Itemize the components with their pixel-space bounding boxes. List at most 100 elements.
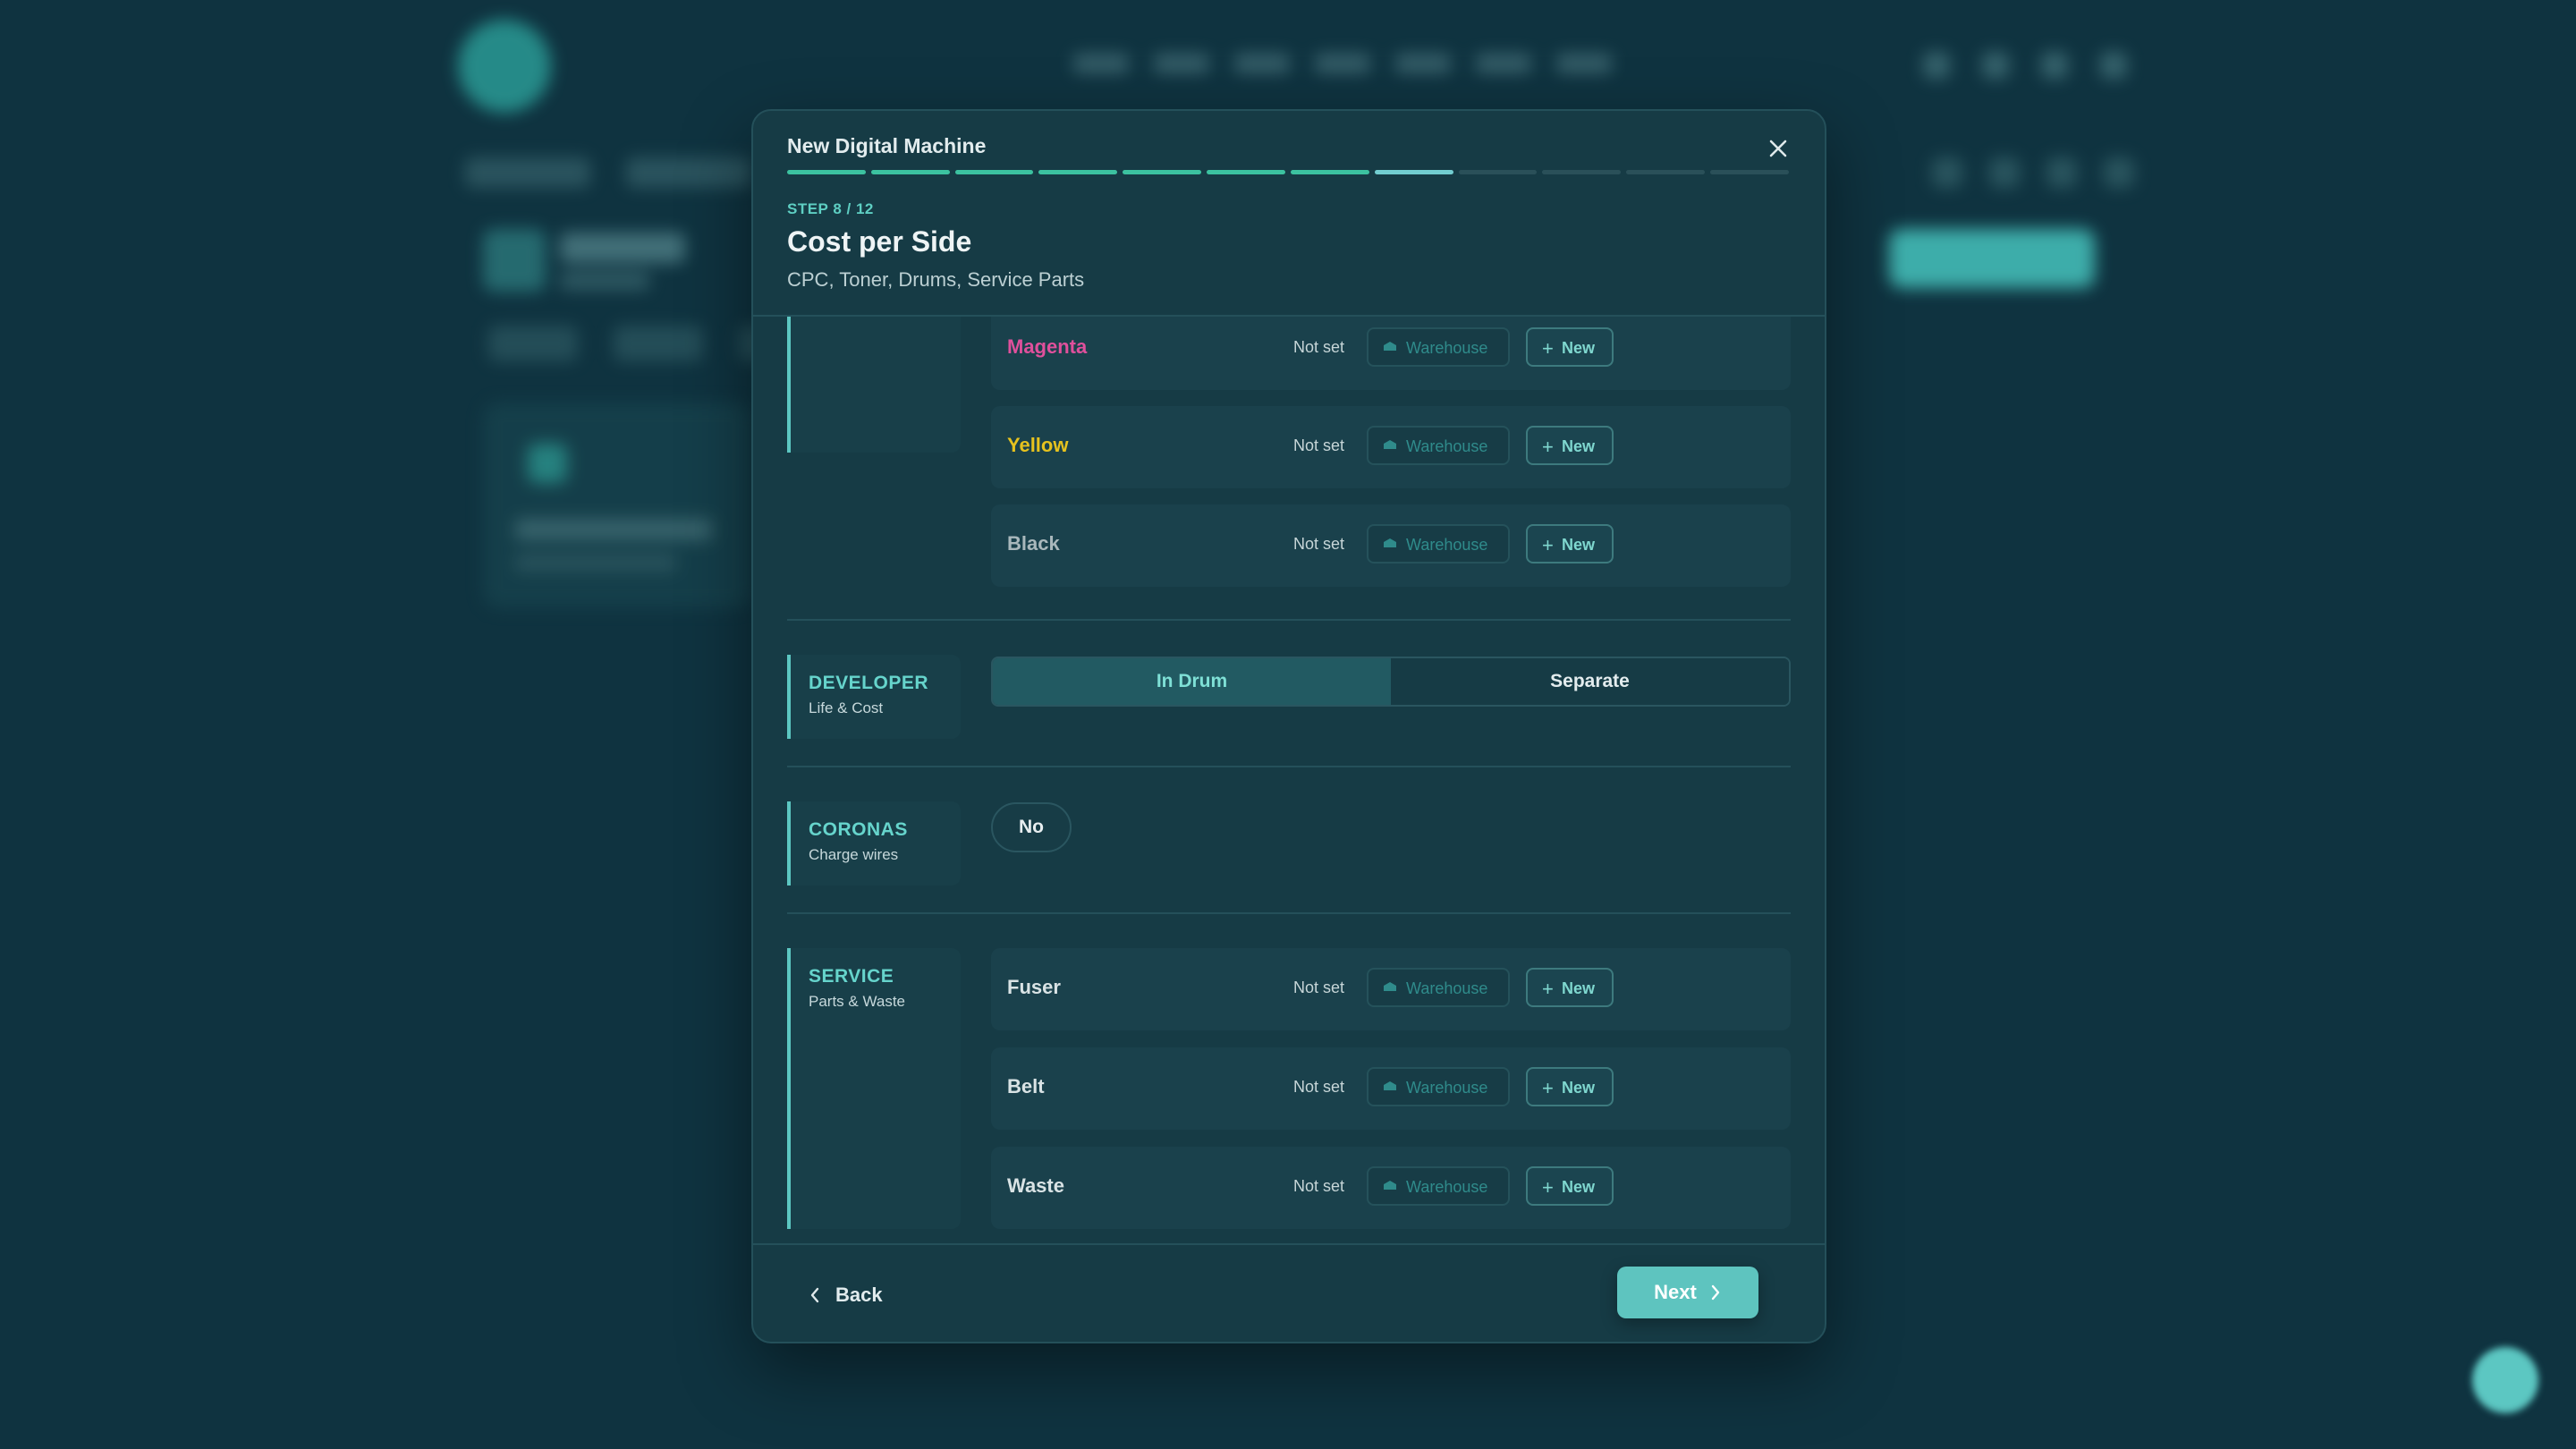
plus-icon: + (1542, 534, 1554, 556)
service-row-belt: Belt Not set Warehouse + New (991, 1047, 1791, 1130)
back-button-label: Back (835, 1284, 883, 1306)
warehouse-icon (1384, 538, 1396, 547)
part-status: Not set (1293, 535, 1345, 553)
developer-toggle: In Drum Separate (991, 657, 1791, 707)
toner-row-magenta: Magenta Not set Warehouse + New (991, 317, 1791, 390)
part-status: Not set (1293, 1078, 1345, 1096)
part-label: Black (1007, 532, 1060, 555)
new-button-label: New (1562, 339, 1596, 357)
step-progress-bar (787, 170, 1789, 174)
progress-segment (1710, 170, 1789, 174)
new-part-button[interactable]: + New (1526, 1067, 1614, 1106)
new-part-button[interactable]: + New (1526, 327, 1614, 367)
next-button[interactable]: Next (1617, 1267, 1758, 1318)
section-name: SERVICE (809, 966, 894, 987)
coronas-section-tag: CORONAS Charge wires (787, 801, 961, 886)
step-subtitle: CPC, Toner, Drums, Service Parts (787, 268, 1085, 291)
new-part-button[interactable]: + New (1526, 968, 1614, 1007)
part-label: Magenta (1007, 335, 1088, 358)
service-section-tag: SERVICE Parts & Waste (787, 948, 961, 1229)
plus-icon: + (1542, 978, 1554, 1000)
warehouse-icon (1384, 982, 1396, 991)
warehouse-button[interactable]: Warehouse (1367, 524, 1510, 564)
warehouse-button[interactable]: Warehouse (1367, 968, 1510, 1007)
new-machine-modal: New Digital Machine STEP 8 / 12 Cost per… (751, 109, 1826, 1343)
background-page-title (560, 233, 685, 263)
warehouse-icon (1384, 1081, 1396, 1090)
modal-body-scroll[interactable]: Magenta Not set Warehouse + New Yellow N… (753, 317, 1825, 1243)
new-part-button[interactable]: + New (1526, 1166, 1614, 1206)
plus-icon: + (1542, 436, 1554, 458)
plus-icon: + (1542, 337, 1554, 360)
background-primary-button (1889, 229, 2095, 288)
chevron-left-icon (810, 1287, 819, 1303)
background-machine-card (483, 402, 751, 608)
new-button-label: New (1562, 437, 1596, 455)
back-button[interactable]: Back (809, 1277, 883, 1313)
section-description: Life & Cost (809, 699, 884, 716)
progress-segment (1207, 170, 1285, 174)
background-page-icon (483, 229, 546, 292)
service-row-waste: Waste Not set Warehouse + New (991, 1147, 1791, 1229)
coronas-toggle[interactable]: No (991, 802, 1072, 852)
background-header-icons (1923, 52, 2127, 79)
warehouse-icon (1384, 342, 1396, 351)
modal-title: New Digital Machine (787, 134, 987, 157)
progress-segment (1290, 170, 1369, 174)
part-status: Not set (1293, 979, 1345, 996)
part-label: Yellow (1007, 434, 1069, 456)
plus-icon: + (1542, 1176, 1554, 1199)
section-name: CORONAS (809, 819, 908, 840)
progress-segment (870, 170, 950, 174)
progress-segment (1123, 170, 1202, 174)
step-title: Cost per Side (787, 225, 972, 258)
part-status: Not set (1293, 338, 1345, 356)
warehouse-button-label: Warehouse (1406, 1079, 1488, 1097)
new-part-button[interactable]: + New (1526, 524, 1614, 564)
progress-segment (1374, 170, 1453, 174)
part-status: Not set (1293, 436, 1345, 454)
background-subnav (465, 157, 751, 188)
section-divider (787, 766, 1791, 767)
background-floating-action-button (2472, 1347, 2538, 1413)
warehouse-icon (1384, 1181, 1396, 1190)
progress-segment (787, 170, 866, 174)
warehouse-button-label: Warehouse (1406, 536, 1488, 554)
developer-section-tag: DEVELOPER Life & Cost (787, 655, 961, 739)
progress-segment (954, 170, 1034, 174)
warehouse-button-label: Warehouse (1406, 979, 1488, 997)
warehouse-button[interactable]: Warehouse (1367, 327, 1510, 367)
close-button[interactable] (1760, 131, 1796, 166)
warehouse-button[interactable]: Warehouse (1367, 1067, 1510, 1106)
toner-section-tag (787, 317, 961, 453)
progress-segment (1458, 170, 1538, 174)
new-part-button[interactable]: + New (1526, 426, 1614, 465)
background-page-subtitle (560, 272, 649, 290)
progress-segment (1542, 170, 1622, 174)
toner-row-yellow: Yellow Not set Warehouse + New (991, 406, 1791, 488)
part-label: Waste (1007, 1174, 1064, 1197)
warehouse-button[interactable]: Warehouse (1367, 1166, 1510, 1206)
section-divider (787, 619, 1791, 621)
warehouse-icon (1384, 440, 1396, 449)
part-label: Fuser (1007, 976, 1061, 998)
part-label: Belt (1007, 1075, 1045, 1097)
new-button-label: New (1562, 536, 1596, 554)
service-row-fuser: Fuser Not set Warehouse + New (991, 948, 1791, 1030)
plus-icon: + (1542, 1077, 1554, 1099)
close-icon (1769, 140, 1787, 157)
background-logo-icon (458, 20, 551, 113)
section-name: DEVELOPER (809, 673, 929, 693)
section-description: Parts & Waste (809, 993, 906, 1010)
progress-segment (1626, 170, 1706, 174)
developer-option-in-drum[interactable]: In Drum (993, 658, 1391, 705)
warehouse-button[interactable]: Warehouse (1367, 426, 1510, 465)
new-button-label: New (1562, 979, 1596, 997)
modal-header: New Digital Machine STEP 8 / 12 Cost per… (753, 111, 1825, 317)
new-button-label: New (1562, 1079, 1596, 1097)
section-divider (787, 912, 1791, 914)
section-description: Charge wires (809, 846, 899, 863)
warehouse-button-label: Warehouse (1406, 1178, 1488, 1196)
next-button-label: Next (1654, 1281, 1697, 1303)
developer-option-separate[interactable]: Separate (1391, 658, 1789, 705)
